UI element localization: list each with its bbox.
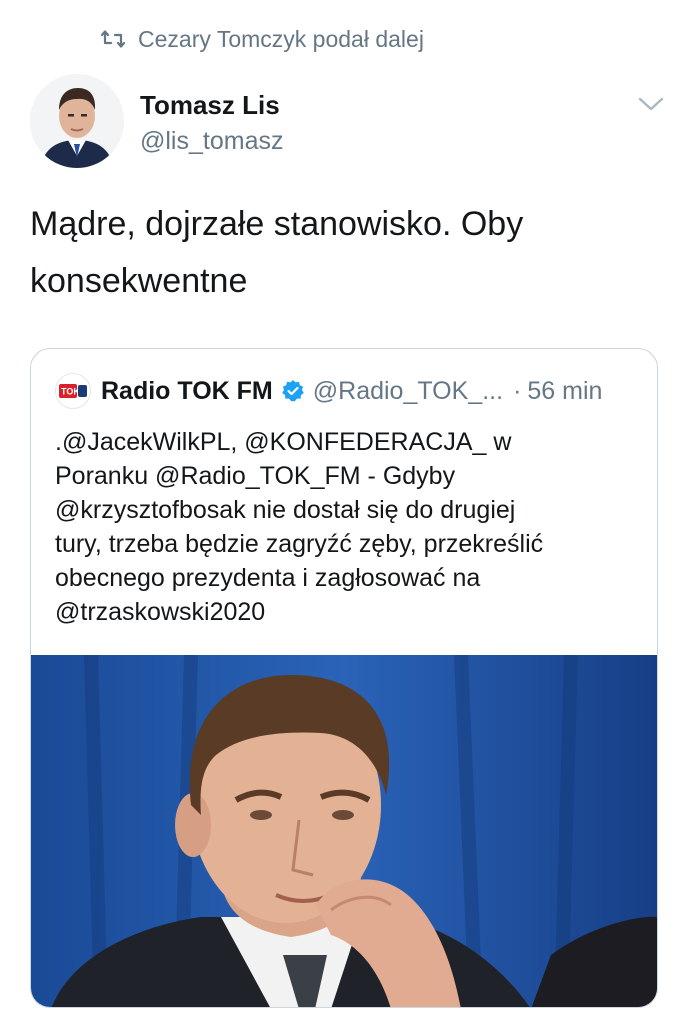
separator-dot: · xyxy=(513,376,522,405)
retweet-context[interactable]: Cezary Tomczyk podał dalej xyxy=(100,22,424,56)
retweet-icon xyxy=(100,29,126,49)
author-name[interactable]: Tomasz Lis xyxy=(140,88,283,122)
author-block[interactable]: Tomasz Lis @lis_tomasz xyxy=(140,88,283,158)
svg-text:TOK: TOK xyxy=(61,387,80,397)
quoted-author-name[interactable]: Radio TOK FM xyxy=(101,377,273,406)
retweet-text: Cezary Tomczyk podał dalej xyxy=(138,25,424,52)
quoted-tweet-header: TOK Radio TOK FM @Radio_TOK_... · 56 min xyxy=(55,371,602,411)
quoted-tweet-card[interactable]: TOK Radio TOK FM @Radio_TOK_... · 56 min… xyxy=(30,348,658,1008)
author-handle[interactable]: @lis_tomasz xyxy=(140,124,283,158)
tokfm-logo: TOK xyxy=(55,373,91,409)
chevron-down-icon[interactable] xyxy=(636,92,666,116)
quoted-tweet-text: .@JacekWilkPL, @KONFEDERACJA_ w Poranku … xyxy=(55,428,544,626)
tweet-text: Mądre, dojrzałe stanowisko. Oby konsekwe… xyxy=(30,205,524,300)
verified-badge-icon xyxy=(281,379,305,403)
quoted-tweet-photo[interactable] xyxy=(31,655,657,1007)
author-avatar[interactable] xyxy=(30,74,124,168)
quoted-author-handle[interactable]: @Radio_TOK_... xyxy=(313,377,503,406)
quoted-timestamp[interactable]: 56 min xyxy=(527,377,602,406)
